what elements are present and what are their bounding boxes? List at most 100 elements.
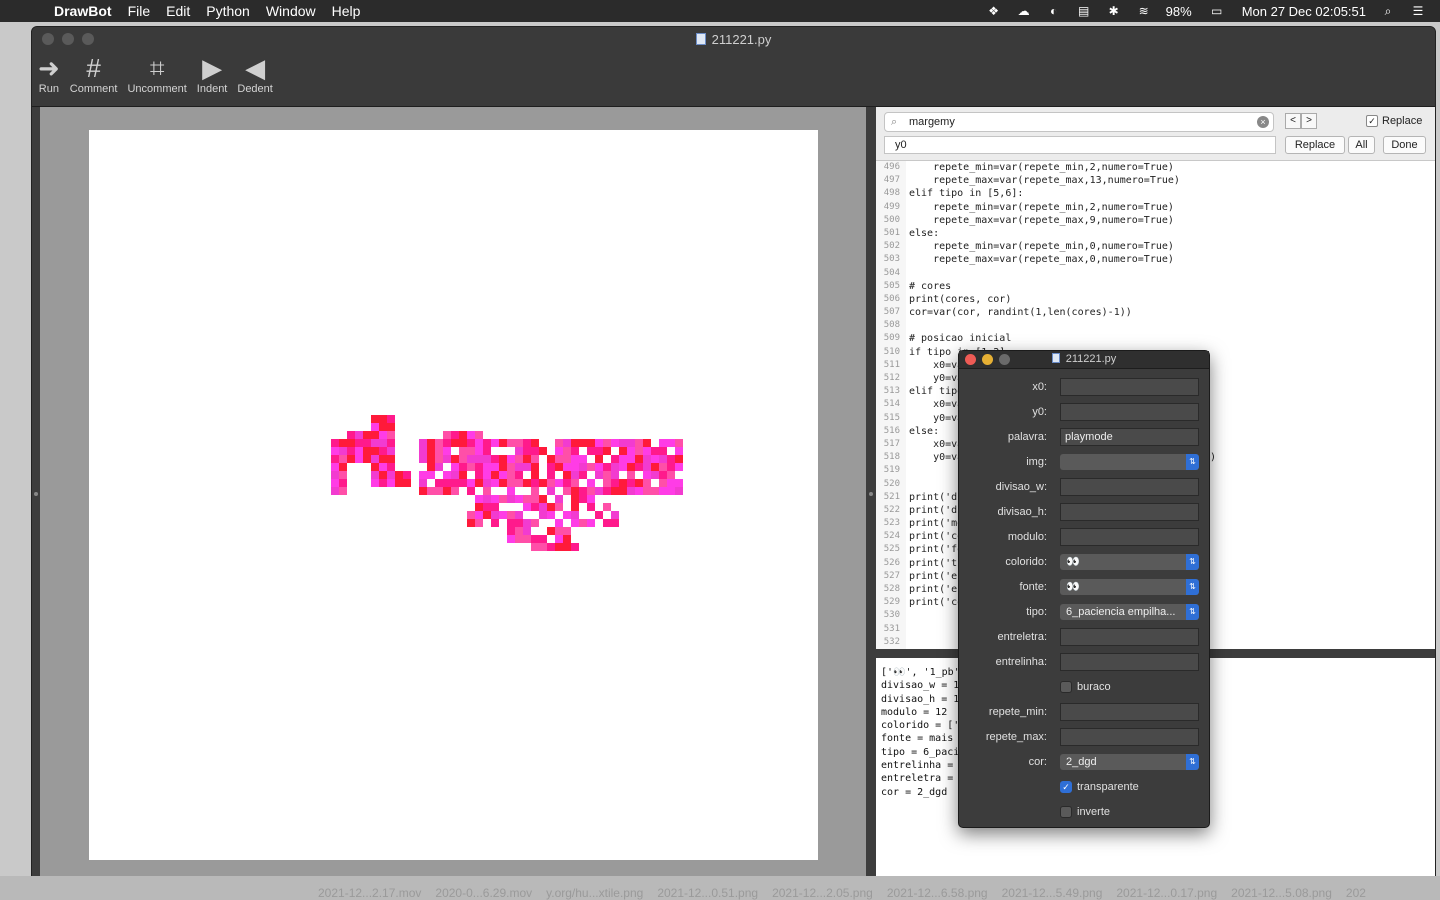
menu-drawbot[interactable]: DrawBot — [52, 3, 120, 19]
code-line[interactable]: 504 — [876, 266, 1435, 280]
code-text[interactable]: repete_min=var(repete_min,0,numero=True) — [906, 240, 1174, 253]
panel-zoom-button[interactable] — [999, 354, 1010, 365]
battery-percent[interactable]: 98% — [1166, 4, 1192, 19]
code-text[interactable]: print('mo — [906, 517, 963, 530]
code-text[interactable]: print(cores, cor) — [906, 293, 1011, 306]
code-line[interactable]: 496 repete_min=var(repete_min,2,numero=T… — [876, 161, 1435, 175]
inverte-checkbox[interactable]: inverte — [1060, 806, 1110, 818]
code-text[interactable]: print('di — [906, 491, 963, 504]
desktop-file[interactable]: 2021-12...0.17.png — [1116, 886, 1217, 900]
code-text[interactable]: else: — [906, 425, 939, 438]
wifi-icon[interactable]: ≋ — [1136, 4, 1152, 18]
code-text[interactable]: repete_min=var(repete_min,2,numero=True) — [906, 161, 1174, 174]
toolbar-dedent-button[interactable]: ◀ Dedent — [237, 53, 272, 95]
code-text[interactable]: repete_max=var(repete_max,9,numero=True) — [906, 214, 1174, 227]
left-grip[interactable] — [34, 492, 38, 496]
replace-checkbox[interactable]: ✓ — [1366, 115, 1378, 127]
colorido-select[interactable]: 👀 ⇅ — [1060, 554, 1199, 570]
replace-all-button[interactable]: All — [1348, 136, 1375, 154]
cloud-icon[interactable]: ☁ — [1016, 4, 1032, 18]
desktop-file[interactable]: y.org/hu...xtile.png — [546, 886, 643, 900]
app-status-icon[interactable]: ❖ — [986, 4, 1002, 18]
desktop-file[interactable]: 2021-12...5.08.png — [1231, 886, 1332, 900]
code-text[interactable]: cor=var(cor, randint(1,len(cores)-1)) — [906, 306, 1132, 319]
code-text[interactable]: elif tipo — [906, 385, 963, 398]
menu-python[interactable]: Python — [198, 3, 258, 19]
dropdown-arrow-icon[interactable]: ⇅ — [1186, 754, 1199, 770]
desktop-file[interactable]: 2021-12...2.05.png — [772, 886, 873, 900]
code-text[interactable] — [906, 464, 909, 477]
code-line[interactable]: 509 # posicao inicial — [876, 332, 1435, 346]
clock[interactable]: Mon 27 Dec 02:05:51 — [1242, 4, 1366, 19]
menu-help[interactable]: Help — [324, 3, 369, 19]
code-text[interactable] — [906, 609, 909, 622]
divisao-h-field[interactable] — [1060, 503, 1199, 521]
y0-field[interactable] — [1060, 403, 1199, 421]
modulo-field[interactable] — [1060, 528, 1199, 546]
next-match-button[interactable]: > — [1301, 113, 1317, 129]
desktop-file[interactable]: 2021-12...2.17.mov — [318, 886, 421, 900]
spotlight-search-icon[interactable]: ⌕ — [1380, 4, 1396, 18]
pane-splitter[interactable] — [866, 107, 876, 881]
menu-file[interactable]: File — [120, 3, 159, 19]
code-line[interactable]: 499 repete_min=var(repete_min,2,numero=T… — [876, 200, 1435, 214]
transparente-checkbox[interactable]: ✓ transparente — [1060, 781, 1139, 793]
divisao-w-field[interactable] — [1060, 478, 1199, 496]
repete-min-field[interactable] — [1060, 703, 1199, 721]
entreletra-field[interactable] — [1060, 628, 1199, 646]
code-line[interactable]: 507 cor=var(cor, randint(1,len(cores)-1)) — [876, 306, 1435, 320]
menu-window[interactable]: Window — [258, 3, 324, 19]
fonte-select[interactable]: 👀 ⇅ — [1060, 579, 1199, 595]
code-text[interactable]: print('fo — [906, 543, 963, 556]
code-line[interactable]: 497 repete_max=var(repete_max,13,numero=… — [876, 174, 1435, 188]
toolbar-run-button[interactable]: ➜ Run — [38, 53, 60, 95]
code-line[interactable]: 508 — [876, 319, 1435, 333]
repete-max-field[interactable] — [1060, 728, 1199, 746]
panel-close-button[interactable] — [965, 354, 976, 365]
desktop-file[interactable]: 202 — [1346, 886, 1366, 900]
code-text[interactable]: y0=va — [906, 372, 963, 385]
code-line[interactable]: 503 repete_max=var(repete_max,0,numero=T… — [876, 253, 1435, 267]
code-line[interactable]: 500 repete_max=var(repete_max,9,numero=T… — [876, 213, 1435, 227]
code-text[interactable]: else: — [906, 227, 939, 240]
code-text[interactable]: x0=va — [906, 438, 963, 451]
code-line[interactable]: 505 # cores — [876, 279, 1435, 293]
x0-field[interactable] — [1060, 378, 1199, 396]
code-line[interactable]: 506 print(cores, cor) — [876, 292, 1435, 307]
code-text[interactable]: print('di — [906, 504, 963, 517]
palavra-field[interactable]: playmode — [1060, 428, 1199, 446]
clear-search-icon[interactable]: × — [1257, 116, 1269, 128]
dropdown-arrow-icon[interactable]: ⇅ — [1186, 579, 1199, 595]
control-center-icon[interactable]: ☰ — [1410, 4, 1426, 18]
code-text[interactable] — [906, 319, 909, 332]
dropdown-arrow-icon[interactable]: ⇅ — [1186, 604, 1199, 620]
checkbox-box[interactable] — [1060, 806, 1072, 818]
buraco-checkbox[interactable]: buraco — [1060, 681, 1111, 693]
desktop-file[interactable]: 2021-12...6.58.png — [887, 886, 988, 900]
code-text[interactable] — [906, 267, 909, 280]
code-text[interactable]: print('en — [906, 570, 963, 583]
entrelinha-field[interactable] — [1060, 653, 1199, 671]
bluetooth-icon[interactable]: ✱ — [1106, 4, 1122, 18]
code-text[interactable]: y0=va — [906, 412, 963, 425]
display-icon[interactable]: ▤ — [1076, 4, 1092, 18]
contrast-icon[interactable]: ◐ — [1046, 4, 1062, 18]
code-text[interactable]: print('co — [906, 530, 963, 543]
code-text[interactable]: repete_max=var(repete_max,0,numero=True) — [906, 253, 1174, 266]
code-text[interactable] — [906, 478, 909, 491]
replace-field[interactable]: y0 — [884, 136, 1276, 154]
code-text[interactable]: x0=va — [906, 359, 963, 372]
code-text[interactable]: repete_max=var(repete_max,13,numero=True… — [906, 174, 1180, 187]
code-text[interactable]: x0=va — [906, 398, 963, 411]
panel-minimize-button[interactable] — [982, 354, 993, 365]
tipo-select[interactable]: 6_paciencia empilha... ⇅ — [1060, 604, 1199, 620]
code-line[interactable]: 502 repete_min=var(repete_min,0,numero=T… — [876, 240, 1435, 254]
toolbar-comment-button[interactable]: # Comment — [70, 53, 118, 95]
previous-match-button[interactable]: < — [1285, 113, 1301, 129]
code-text[interactable]: print('ti — [906, 557, 963, 570]
desktop-file[interactable]: 2021-12...0.51.png — [657, 886, 758, 900]
code-text[interactable]: # posicao inicial — [906, 332, 1011, 345]
battery-icon[interactable]: ▭ — [1206, 4, 1228, 18]
desktop-file[interactable]: 2021-12...5.49.png — [1002, 886, 1103, 900]
toolbar-uncomment-button[interactable]: ⌗ Uncomment — [127, 53, 186, 95]
